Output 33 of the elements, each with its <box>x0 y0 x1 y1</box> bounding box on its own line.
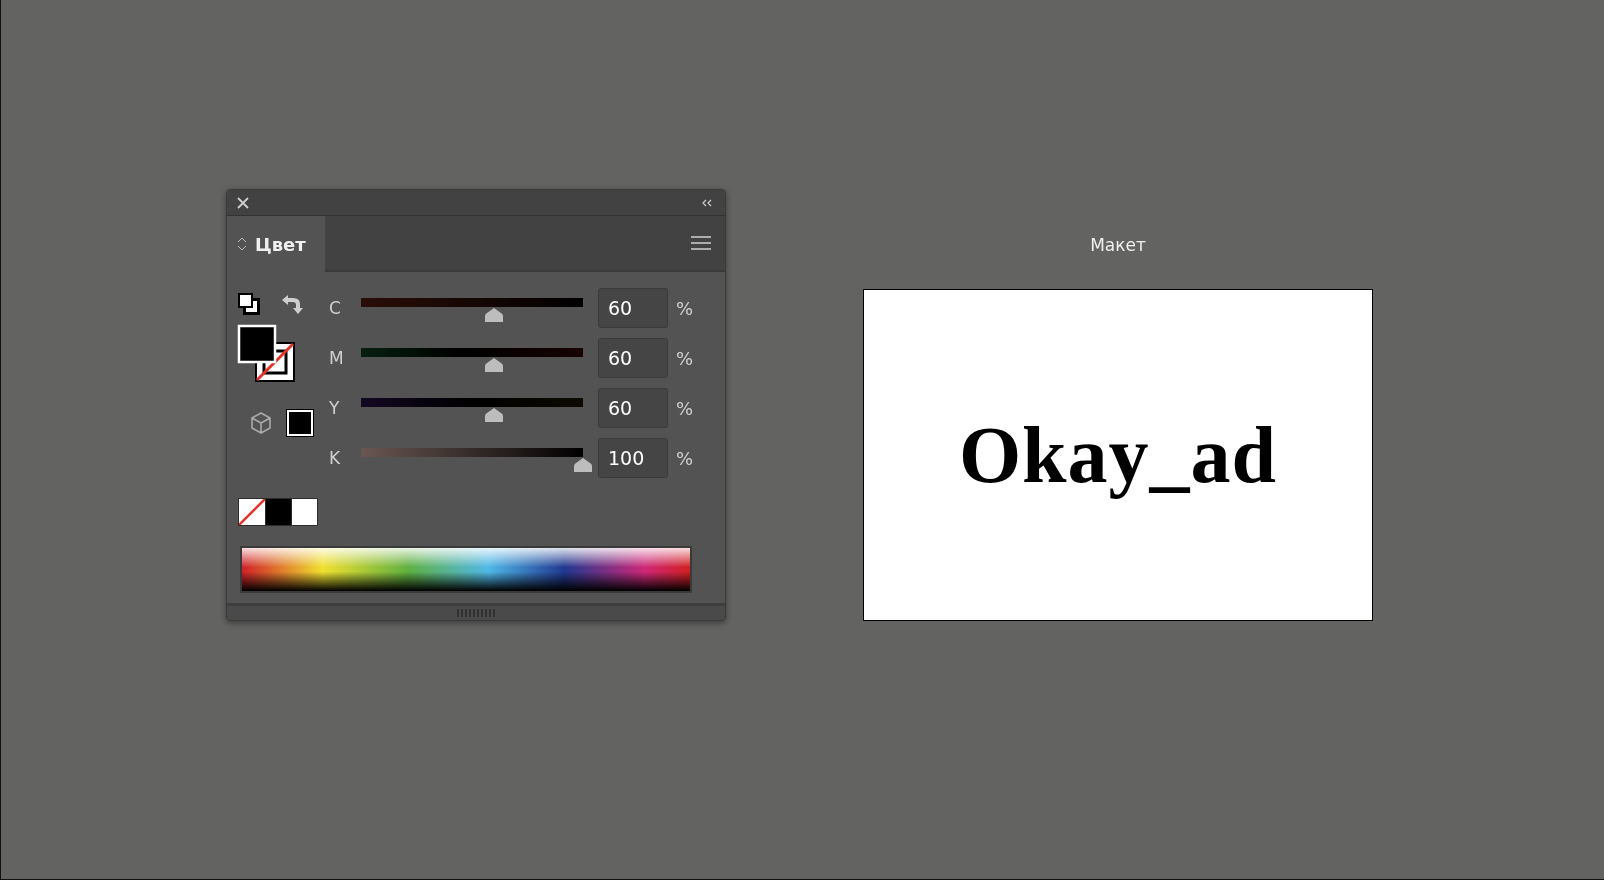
percent-unit: % <box>676 397 694 419</box>
resize-grip-icon[interactable] <box>457 609 495 617</box>
logo-text: Okay_ad <box>958 409 1278 501</box>
slider-thumb[interactable] <box>574 458 592 472</box>
slider-thumb[interactable] <box>485 408 504 422</box>
web-color-swatch[interactable] <box>287 410 313 436</box>
panel-tab[interactable]: Цвет <box>227 216 325 272</box>
percent-unit: % <box>676 447 694 469</box>
value-input[interactable]: 60 <box>598 388 668 428</box>
default-colors-icon[interactable] <box>237 292 261 316</box>
percent-unit: % <box>676 347 694 369</box>
percent-unit: % <box>676 297 694 319</box>
slider-thumb[interactable] <box>485 358 504 372</box>
panel-title: Цвет <box>255 233 306 255</box>
artboard-label: Макет <box>1090 235 1146 255</box>
cube-icon[interactable] <box>249 411 273 435</box>
slider-thumb[interactable] <box>485 308 504 322</box>
up-down-icon <box>237 236 247 252</box>
channel-label: M <box>328 348 345 368</box>
menu-icon[interactable] <box>691 236 711 250</box>
collapse-icon[interactable] <box>701 198 713 207</box>
value-input[interactable]: 60 <box>598 288 668 328</box>
channel-label: C <box>328 298 342 318</box>
channel-label: K <box>328 448 342 468</box>
color-spectrum[interactable] <box>240 546 692 593</box>
channel-label: Y <box>328 398 341 418</box>
color-swatch[interactable] <box>266 499 291 525</box>
close-icon[interactable] <box>237 196 249 209</box>
value-input[interactable]: 60 <box>598 338 668 378</box>
fill-stroke-icon[interactable] <box>237 324 297 384</box>
color-swatch[interactable] <box>292 499 317 525</box>
value-input[interactable]: 100 <box>598 438 668 478</box>
none-swatch[interactable] <box>239 499 265 525</box>
